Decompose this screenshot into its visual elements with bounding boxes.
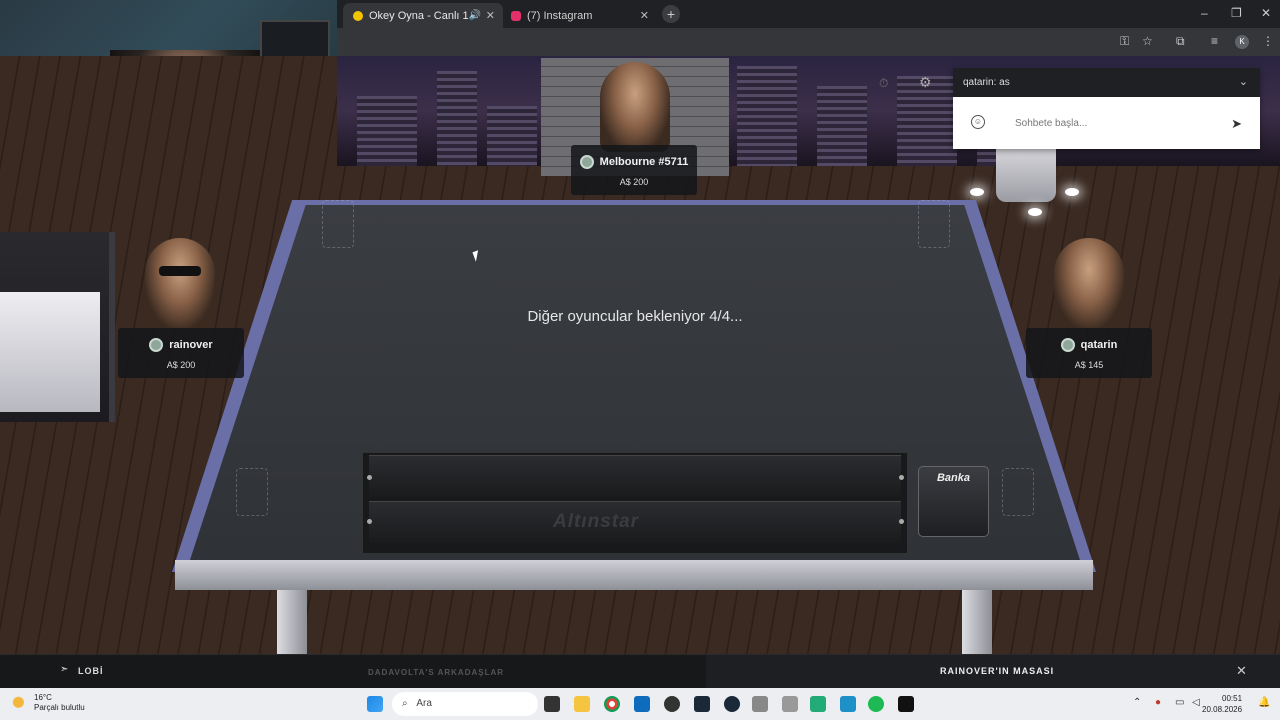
audio-icon[interactable]: 🔊 bbox=[469, 10, 481, 21]
rank-badge-icon bbox=[149, 338, 164, 352]
clock-date: 20.08.2026 bbox=[1202, 705, 1243, 714]
partly-cloudy-icon bbox=[12, 696, 28, 710]
rank-badge-icon bbox=[1060, 338, 1075, 352]
profile-avatar[interactable]: K bbox=[1235, 35, 1249, 49]
rack-brand-logo: Altınstar bbox=[553, 511, 640, 532]
player-name: rainover bbox=[169, 339, 213, 351]
notification-bell-icon[interactable]: 🔔 bbox=[1258, 697, 1270, 708]
player-avatar-right bbox=[1054, 238, 1124, 328]
table-leg bbox=[962, 590, 992, 660]
rack-row-top[interactable] bbox=[369, 455, 901, 497]
tab-okey[interactable]: Okey Oyna - Canlı 101 Okey 🔊 ✕ bbox=[343, 3, 503, 28]
weather-temp: 16°C bbox=[34, 693, 52, 702]
okey-favicon-icon bbox=[353, 10, 363, 21]
taskbar-search[interactable]: ⌕ Ara bbox=[392, 692, 538, 716]
tab-instagram[interactable]: (7) Instagram ✕ bbox=[501, 3, 657, 28]
microphone-icon[interactable]: ● bbox=[1155, 697, 1161, 708]
waiting-message: Diğer oyuncular bekleniyor 4/4... bbox=[527, 308, 743, 325]
chat-panel: qatarin: as ⌄ ☺ ➤ bbox=[953, 68, 1260, 149]
media-icon[interactable]: ≡ bbox=[1211, 34, 1218, 48]
player-name: Melbourne #5711 bbox=[599, 156, 689, 168]
player-money: A$ 200 bbox=[166, 360, 196, 370]
game-bottom-bar: ➣ LOBİ DADAVOLTA'S ARKADAŞLAR RAINOVER'I… bbox=[0, 654, 1280, 689]
tile-rack[interactable]: Altınstar bbox=[362, 452, 908, 554]
close-tab-icon[interactable]: ✕ bbox=[640, 9, 649, 22]
table-front-edge bbox=[175, 560, 1093, 590]
key-icon[interactable]: ⚿ bbox=[1120, 34, 1129, 49]
player-plate-top[interactable]: Melbourne #5711 A$ 200 bbox=[571, 145, 697, 195]
task-view-icon[interactable] bbox=[544, 696, 560, 712]
bank-label: Banka bbox=[936, 472, 971, 484]
chat-header[interactable]: qatarin: as ⌄ bbox=[953, 68, 1260, 97]
windows-taskbar: 16°C Parçalı bulutlu ⌕ Ara ⌃ ● ▭ ◁ 00:51… bbox=[0, 688, 1280, 720]
chat-input[interactable] bbox=[1005, 108, 1249, 138]
player-money: A$ 145 bbox=[1074, 360, 1104, 370]
table-leg bbox=[277, 590, 307, 660]
taskbar-clock[interactable]: 00:51 20.08.2026 bbox=[1202, 693, 1242, 715]
outlook-icon[interactable] bbox=[634, 696, 650, 712]
close-window-button[interactable]: ✕ bbox=[1261, 6, 1271, 20]
navigation-arrow-icon: ➣ bbox=[60, 664, 69, 675]
audio-app-icon[interactable] bbox=[898, 696, 914, 712]
bank-button[interactable]: Banka bbox=[918, 466, 989, 537]
bookmark-star-icon[interactable]: ☆ bbox=[1142, 34, 1153, 48]
light-pillar bbox=[996, 146, 1056, 202]
tab-okey-label: Okey Oyna - Canlı 101 Okey bbox=[369, 9, 469, 22]
table-tab[interactable]: RAINOVER'IN MASASI bbox=[940, 666, 1054, 676]
search-placeholder: Ara bbox=[416, 698, 432, 709]
weather-desc: Parçalı bulutlu bbox=[34, 703, 85, 712]
chat-last-message: qatarin: as bbox=[963, 77, 1010, 88]
player-money: A$ 200 bbox=[619, 177, 649, 187]
instagram-favicon-icon bbox=[511, 10, 521, 21]
search-icon: ⌕ bbox=[402, 698, 408, 709]
ceiling-lamp bbox=[1028, 208, 1042, 216]
close-table-icon[interactable]: ✕ bbox=[1236, 663, 1247, 679]
send-icon[interactable]: ➤ bbox=[1231, 116, 1242, 132]
rank-badge-icon bbox=[579, 155, 594, 169]
minimize-button[interactable]: – bbox=[1201, 6, 1208, 20]
obs-icon[interactable] bbox=[664, 696, 680, 712]
friends-tab[interactable]: DADAVOLTA'S ARKADAŞLAR bbox=[368, 668, 504, 677]
windows-start-icon[interactable] bbox=[367, 696, 383, 712]
settings-gear-icon[interactable]: ⚙ bbox=[919, 74, 932, 91]
emoji-icon[interactable]: ☺ bbox=[971, 115, 985, 129]
discard-slot[interactable] bbox=[918, 200, 950, 248]
steam-icon[interactable] bbox=[724, 696, 740, 712]
player-plate-left[interactable]: rainover A$ 200 bbox=[118, 328, 244, 378]
menu-dots-icon[interactable]: ⋮ bbox=[1262, 34, 1274, 48]
extensions-icon[interactable]: ⧉ bbox=[1176, 34, 1185, 49]
spotify-icon[interactable] bbox=[868, 696, 884, 712]
player-avatar-left bbox=[145, 238, 215, 328]
volume-icon[interactable]: ◁ bbox=[1192, 697, 1200, 708]
sofa bbox=[0, 232, 115, 422]
player-name: qatarin bbox=[1080, 339, 1118, 351]
player-avatar-top bbox=[600, 62, 670, 152]
browser-tab-strip: Okey Oyna - Canlı 101 Okey 🔊 ✕ (7) Insta… bbox=[337, 0, 1280, 28]
notepad-icon[interactable] bbox=[840, 696, 856, 712]
steam-app-icon[interactable] bbox=[694, 696, 710, 712]
weather-widget[interactable]: 16°C Parçalı bulutlu bbox=[12, 693, 85, 713]
address-bar[interactable] bbox=[337, 28, 1280, 56]
chevron-up-icon[interactable]: ⌃ bbox=[1133, 697, 1141, 708]
maximize-button[interactable]: ❐ bbox=[1231, 6, 1242, 20]
chrome-icon[interactable] bbox=[604, 696, 620, 712]
usb-icon[interactable] bbox=[782, 696, 798, 712]
discard-slot[interactable] bbox=[236, 468, 268, 516]
tab-instagram-label: (7) Instagram bbox=[527, 9, 593, 22]
network-icon[interactable]: ▭ bbox=[1175, 697, 1184, 708]
snipping-icon[interactable] bbox=[810, 696, 826, 712]
timer-icon: ⏱ bbox=[879, 76, 889, 90]
chevron-down-icon[interactable]: ⌄ bbox=[1239, 75, 1248, 88]
ceiling-lamp bbox=[1065, 188, 1079, 196]
lobby-button[interactable]: LOBİ bbox=[78, 666, 104, 676]
close-tab-icon[interactable]: ✕ bbox=[486, 9, 495, 22]
discard-slot[interactable] bbox=[322, 200, 354, 248]
player-plate-right[interactable]: qatarin A$ 145 bbox=[1026, 328, 1152, 378]
file-explorer-icon[interactable] bbox=[574, 696, 590, 712]
clock-time: 00:51 bbox=[1222, 694, 1243, 703]
ceiling-lamp bbox=[970, 188, 984, 196]
new-tab-button[interactable]: + bbox=[662, 5, 680, 23]
discard-slot[interactable] bbox=[1002, 468, 1034, 516]
calculator-icon[interactable] bbox=[752, 696, 768, 712]
